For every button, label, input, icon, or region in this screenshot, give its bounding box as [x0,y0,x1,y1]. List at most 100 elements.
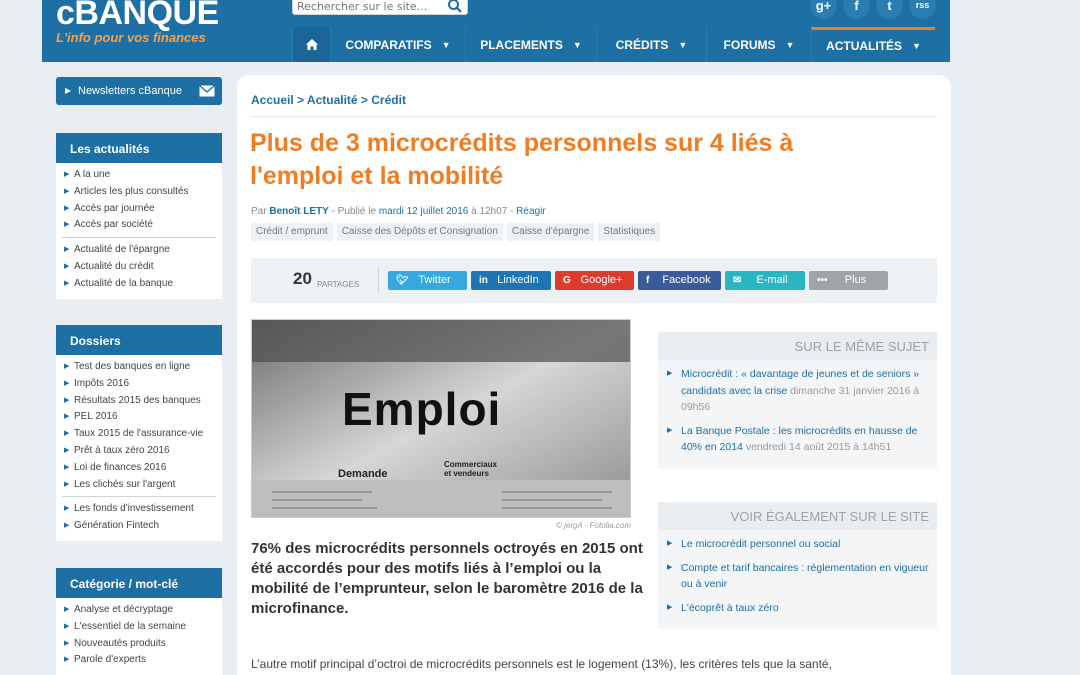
sidebar-item[interactable]: ▶ Prêt à taux zéro 2016 [62,443,216,460]
related-link[interactable]: Le microcrédit personnel ou social [681,538,840,550]
chevron-down-icon: ▼ [785,39,795,50]
main-nav: COMPARATIFS ▼ PLACEMENTS ▼ CRÉDITS ▼ FORUMS… [292,27,935,62]
bullet-icon: ▶ [64,279,70,287]
bullet-icon: ▶ [64,379,70,387]
divider [378,266,379,294]
search-box [292,0,468,15]
image-subhead: Commerciaux et vendeurs [444,460,497,478]
tag[interactable]: Caisse d'épargne [506,223,595,241]
arrow-right-icon: ▶ [65,86,72,95]
bullet-icon: ▶ [64,187,70,195]
share-twitter-button[interactable]: 🐦︎ Twitter [388,271,467,290]
related-item[interactable]: ▶ La Banque Postale : les microcrédits e… [666,423,929,456]
sidebar-heading: Catégorie / mot-clé [56,568,222,598]
related-item[interactable]: ▶ Microcrédit : « davantage de jeunes et… [666,366,929,416]
search-icon[interactable] [447,0,463,14]
sidebar-item[interactable]: ▶ Accès par journée [62,201,216,218]
share-facebook-button[interactable]: f Facebook [638,271,721,290]
sidebar-item[interactable]: ▶ Résultats 2015 des banques [62,393,216,410]
bullet-icon: ▶ [64,505,70,513]
sidebar-item-label: Taux 2015 de l'assurance-vie [74,428,204,440]
sidebar-item-label: Loi de finances 2016 [74,461,167,473]
sidebar-item[interactable]: ▶ Actualité de la banque [62,276,216,293]
share-count: 20 [293,269,312,288]
newsletter-button[interactable]: ▶ Newsletters cBanque [56,77,222,105]
article-title: Plus de 3 microcrédits personnels sur 4 … [250,129,794,190]
sidebar-item[interactable]: ▶ Impôts 2016 [62,376,216,393]
related-item[interactable]: ▶ L'écoprêt à taux zéro [666,600,929,617]
share-more-button[interactable]: ••• Plus [809,271,888,290]
nav-home[interactable] [292,27,330,62]
sidebar-item[interactable]: ▶ Test des banques en ligne [62,359,216,376]
sidebar-item[interactable]: ▶ Articles les plus consultés [62,184,216,201]
sidebar-item[interactable]: ▶ Les fonds d'investissement [62,501,216,518]
related-item[interactable]: ▶ Compte et tarif bancaires : réglementa… [666,560,929,593]
sidebar-item-label: Prêt à taux zéro 2016 [74,444,170,456]
share-google-plus-button[interactable]: G Google+ [555,271,634,290]
sidebar-item[interactable]: ▶ Loi de finances 2016 [62,460,216,477]
related-link[interactable]: Compte et tarif bancaires : réglementati… [681,562,928,591]
sidebar-item[interactable]: ▶ A la une [62,167,216,184]
tag[interactable]: Caisse des Dépôts et Consignation [336,223,503,241]
sidebar-item[interactable]: ▶ Nouveautés produits [62,636,216,653]
sidebar-item[interactable]: ▶ Taux 2015 de l'assurance-vie [62,426,216,443]
nav-actualites[interactable]: ACTUALITÉS ▼ [811,27,935,62]
article-body: L’autre motif principal d’octroi de micr… [251,657,832,671]
home-icon [305,39,318,50]
nav-comparatifs[interactable]: COMPARATIFS ▼ [330,27,465,62]
bullet-icon: ▶ [64,639,70,647]
bullet-icon: ▶ [64,262,70,270]
sidebar-item[interactable]: ▶ Accès par société [62,217,216,234]
sidebar-item[interactable]: ▶ Actualité du crédit [62,259,216,276]
sidebar-item[interactable]: ▶ Parole d'experts [62,652,216,669]
related-list: ▶ Microcrédit : « davantage de jeunes et… [658,360,937,469]
sidebar-item[interactable]: ▶ L'essentiel de la semaine [62,619,216,636]
bullet-icon: ▶ [667,603,673,611]
tag[interactable]: Statistiques [598,223,661,241]
related-link[interactable]: L'écoprêt à taux zéro [681,602,779,614]
related-heading: VOIR ÉGALEMENT SUR LE SITE [658,502,937,530]
sidebar-item-label: Articles les plus consultés [74,185,189,197]
byline-time: à 12h07 - [471,206,514,217]
author-link[interactable]: Benoît LETY [269,206,328,217]
bullet-icon: ▶ [667,563,673,571]
share-button-label: Plus [844,274,867,286]
bullet-icon: ▶ [64,446,70,454]
breadcrumb[interactable]: Accueil > Actualité > Crédit [251,93,406,107]
nav-label: CRÉDITS [615,37,669,52]
sidebar-item[interactable]: ▶ Analyse et décryptage [62,602,216,619]
site-tagline: L'info pour vos finances [56,30,206,45]
sidebar-item-label: Analyse et décryptage [74,604,173,615]
tag[interactable]: Crédit / emprunt [251,223,333,241]
nav-placements[interactable]: PLACEMENTS ▼ [465,27,596,62]
bullet-icon: ▶ [64,606,70,613]
mail-icon [199,85,215,97]
sidebar-item-label: L'essentiel de la semaine [74,620,186,632]
search-input[interactable] [297,0,437,14]
sidebar-heading: Les actualités [56,133,222,163]
share-linkedin-button[interactable]: in LinkedIn [471,271,551,290]
sidebar-item-label: Accès par société [74,219,153,231]
related-item[interactable]: ▶ Le microcrédit personnel ou social [666,536,929,553]
share-button-label: Twitter [418,274,451,286]
bullet-icon: ▶ [64,480,70,488]
nav-credits[interactable]: CRÉDITS ▼ [596,27,706,62]
reply-link[interactable]: Réagir [516,206,545,217]
date-link[interactable]: mardi 12 juillet 2016 [379,206,469,217]
sidebar-item-label: Résultats 2015 des banques [74,394,201,406]
site-logo[interactable]: cBANQUE [56,0,219,33]
nav-forums[interactable]: FORUMS ▼ [706,27,811,62]
article-image: Emploi Demande Commerciaux et vendeurs [251,319,631,518]
sidebar-item-label: Les fonds d'investissement [74,503,194,515]
share-email-button[interactable]: ✉ E-mail [725,271,805,290]
bullet-icon: ▶ [64,413,70,421]
chevron-down-icon: ▼ [912,41,921,51]
sidebar-item[interactable]: ▶ Génération Fintech [62,518,216,535]
sidebar-list: ▶ Test des banques en ligne ▶ Impôts 2016 … [56,355,222,541]
sidebar-item[interactable]: ▶ Les clichés sur l'argent [62,477,216,494]
sidebar-heading: Dossiers [56,325,222,355]
sidebar-item[interactable]: ▶ PEL 2016 [62,409,216,426]
bullet-icon: ▶ [64,396,70,404]
related-heading: SUR LE MÊME SUJET [658,332,937,360]
sidebar-item[interactable]: ▶ Actualité de l'épargne [62,242,216,259]
